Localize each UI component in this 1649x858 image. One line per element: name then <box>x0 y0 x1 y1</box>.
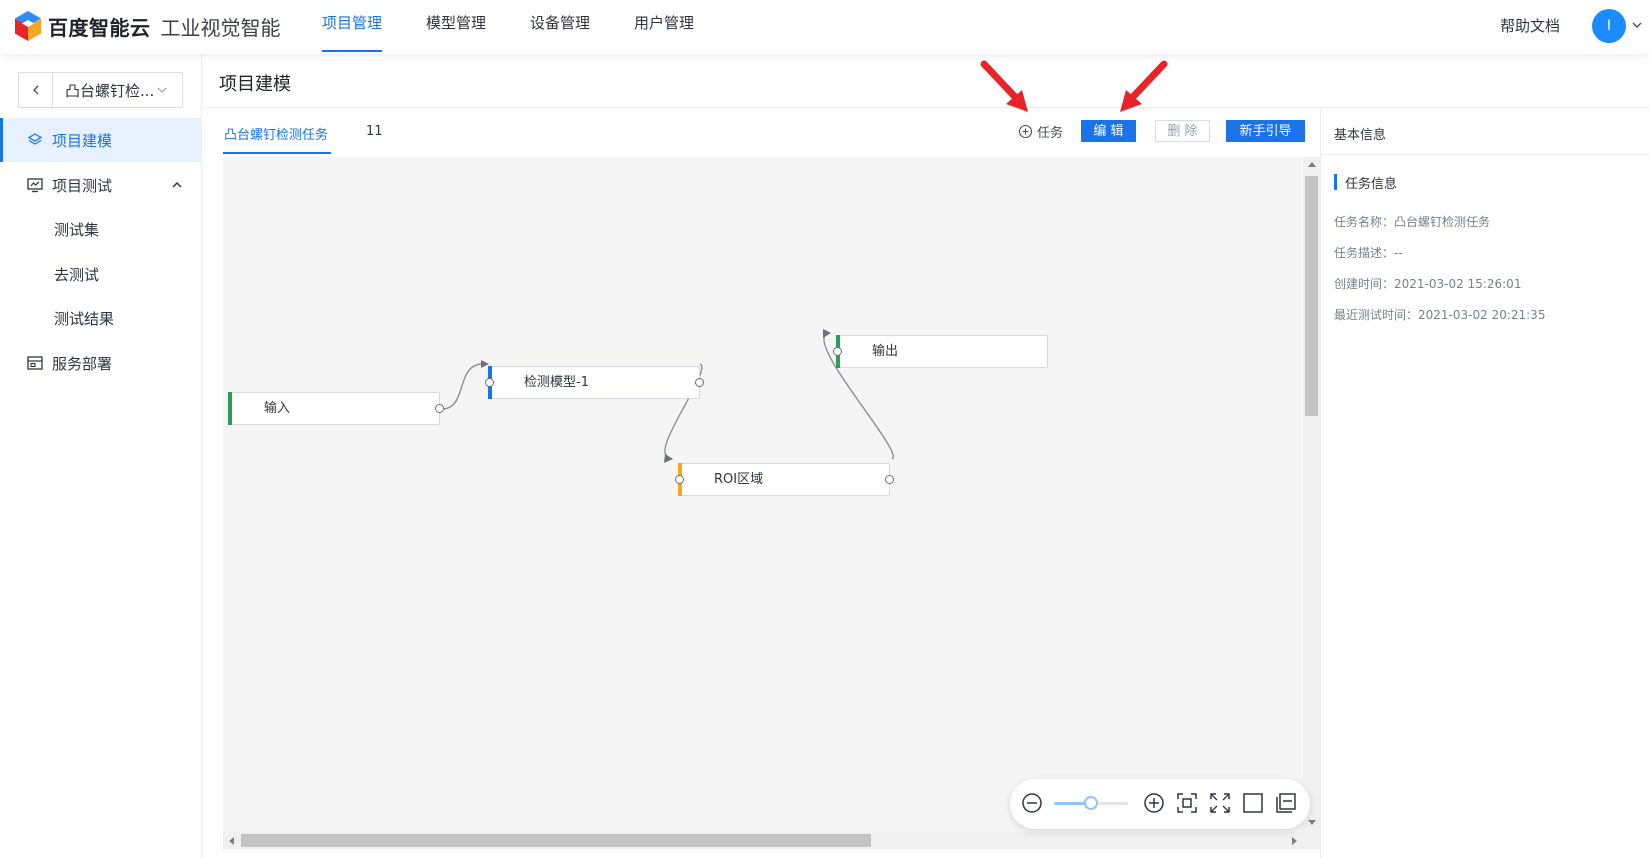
sidebar-item-label: 去测试 <box>54 265 100 284</box>
node-port[interactable] <box>833 347 842 356</box>
flow-node-detection-model[interactable]: 检测模型-1 <box>485 366 704 399</box>
minimap-icon[interactable] <box>1274 791 1298 815</box>
tab-count[interactable]: 11 <box>366 124 383 139</box>
scroll-up-icon[interactable] <box>1307 160 1317 170</box>
horizontal-scroll-thumb[interactable] <box>241 834 871 847</box>
guide-button[interactable]: 新手引导 <box>1226 120 1305 142</box>
sidebar-item-label: 测试结果 <box>54 309 115 328</box>
scroll-down-icon[interactable] <box>1307 817 1317 827</box>
annotation-arrow-icon <box>1120 60 1168 112</box>
sidebar-item-label: 服务部署 <box>52 354 113 373</box>
nav-device-management[interactable]: 设备管理 <box>530 0 590 54</box>
sidebar-item-run-test[interactable]: 去测试 <box>0 252 202 296</box>
monitor-icon <box>27 178 43 193</box>
add-task-button[interactable]: 任务 <box>1018 122 1063 141</box>
sidebar: 凸台螺钉检... 项目建模 项目测试 测试集 去测试 测试结果 服务部署 <box>0 54 202 858</box>
info-row-created-time: 创建时间：2021-03-02 15:26:01 <box>1334 277 1522 291</box>
actual-size-icon[interactable] <box>1241 791 1265 815</box>
scroll-left-icon[interactable] <box>227 836 237 846</box>
sidebar-item-project-modeling[interactable]: 项目建模 <box>0 118 202 162</box>
project-name: 凸台螺钉检... <box>65 81 153 100</box>
tab-active-indicator <box>223 152 331 154</box>
edit-button[interactable]: 编 辑 <box>1081 120 1136 142</box>
brand-name: 百度智能云 <box>48 15 151 40</box>
plus-circle-icon <box>1018 124 1033 139</box>
avatar[interactable]: I <box>1592 9 1626 43</box>
info-panel: 基本信息 任务信息 任务名称：凸台螺钉检测任务 任务描述：-- 创建时间：202… <box>1320 108 1649 858</box>
fullscreen-icon[interactable] <box>1208 791 1232 815</box>
section-title-label: 任务信息 <box>1345 176 1398 192</box>
back-button[interactable] <box>19 73 53 107</box>
node-label: 检测模型-1 <box>524 375 589 390</box>
zoom-in-icon[interactable] <box>1142 791 1166 815</box>
main-nav: 项目管理 模型管理 设备管理 用户管理 <box>322 0 738 54</box>
deploy-icon <box>27 356 43 370</box>
section-title: 任务信息 <box>1334 174 1398 192</box>
vertical-scroll-thumb[interactable] <box>1305 176 1318 416</box>
chevron-up-icon[interactable] <box>170 178 184 192</box>
flow-node-output[interactable]: 输出 <box>833 335 1048 368</box>
flow-node-input[interactable]: 输入 <box>228 392 444 425</box>
help-docs-link[interactable]: 帮助文档 <box>1500 15 1560 36</box>
info-row-task-name: 任务名称：凸台螺钉检测任务 <box>1334 215 1491 229</box>
nav-project-management[interactable]: 项目管理 <box>322 0 383 54</box>
nav-model-management[interactable]: 模型管理 <box>426 0 486 54</box>
sidebar-item-label: 项目建模 <box>52 131 113 150</box>
node-label: ROI区域 <box>714 472 764 487</box>
node-port[interactable] <box>695 378 704 387</box>
product-name: 工业视觉智能 <box>160 15 281 40</box>
flow-canvas[interactable]: 输入 检测模型-1 ROI区域 输出 <box>223 157 1303 849</box>
delete-button[interactable]: 删 除 <box>1155 120 1210 142</box>
baidu-cloud-logo-icon <box>15 11 41 41</box>
zoom-out-icon[interactable] <box>1020 791 1044 815</box>
nav-user-management[interactable]: 用户管理 <box>634 0 694 54</box>
chevron-down-icon[interactable] <box>1630 18 1644 32</box>
flow-links <box>441 329 894 463</box>
tab-task[interactable]: 凸台螺钉检测任务 <box>224 124 328 143</box>
sidebar-item-service-deployment[interactable]: 服务部署 <box>0 341 202 385</box>
scroll-right-icon[interactable] <box>1289 836 1299 846</box>
project-selector[interactable]: 凸台螺钉检... <box>18 72 183 108</box>
sidebar-item-label: 项目测试 <box>52 176 113 195</box>
top-bar: 百度智能云 工业视觉智能 项目管理 模型管理 设备管理 用户管理 帮助文档 I <box>0 0 1649 54</box>
layers-icon <box>27 133 43 145</box>
flow-node-roi[interactable]: ROI区域 <box>675 463 894 496</box>
node-label: 输入 <box>264 401 291 416</box>
page-title: 项目建模 <box>219 74 291 95</box>
add-task-label: 任务 <box>1037 126 1064 141</box>
chevron-left-icon <box>32 85 38 95</box>
node-accent <box>228 392 232 425</box>
divider <box>1321 154 1649 155</box>
chevron-down-icon <box>157 87 167 93</box>
zoom-toolbar <box>1010 779 1310 829</box>
node-port[interactable] <box>675 475 684 484</box>
fit-view-icon[interactable] <box>1175 791 1199 815</box>
info-row-last-test-time: 最近测试时间：2021-03-02 20:21:35 <box>1334 308 1546 322</box>
info-row-task-description: 任务描述：-- <box>1334 246 1403 260</box>
annotation-arrow-icon <box>980 60 1028 112</box>
zoom-slider-handle[interactable] <box>1084 796 1098 810</box>
node-port[interactable] <box>885 475 894 484</box>
sidebar-item-test-results[interactable]: 测试结果 <box>0 296 202 340</box>
sidebar-item-label: 测试集 <box>54 220 100 239</box>
node-port[interactable] <box>485 378 494 387</box>
logo[interactable]: 百度智能云 工业视觉智能 <box>14 10 281 42</box>
sidebar-item-test-set[interactable]: 测试集 <box>0 207 202 251</box>
node-port[interactable] <box>435 404 444 413</box>
node-label: 输出 <box>872 344 899 359</box>
tab-basic-info[interactable]: 基本信息 <box>1334 124 1386 143</box>
sidebar-item-project-testing[interactable]: 项目测试 <box>0 163 202 207</box>
